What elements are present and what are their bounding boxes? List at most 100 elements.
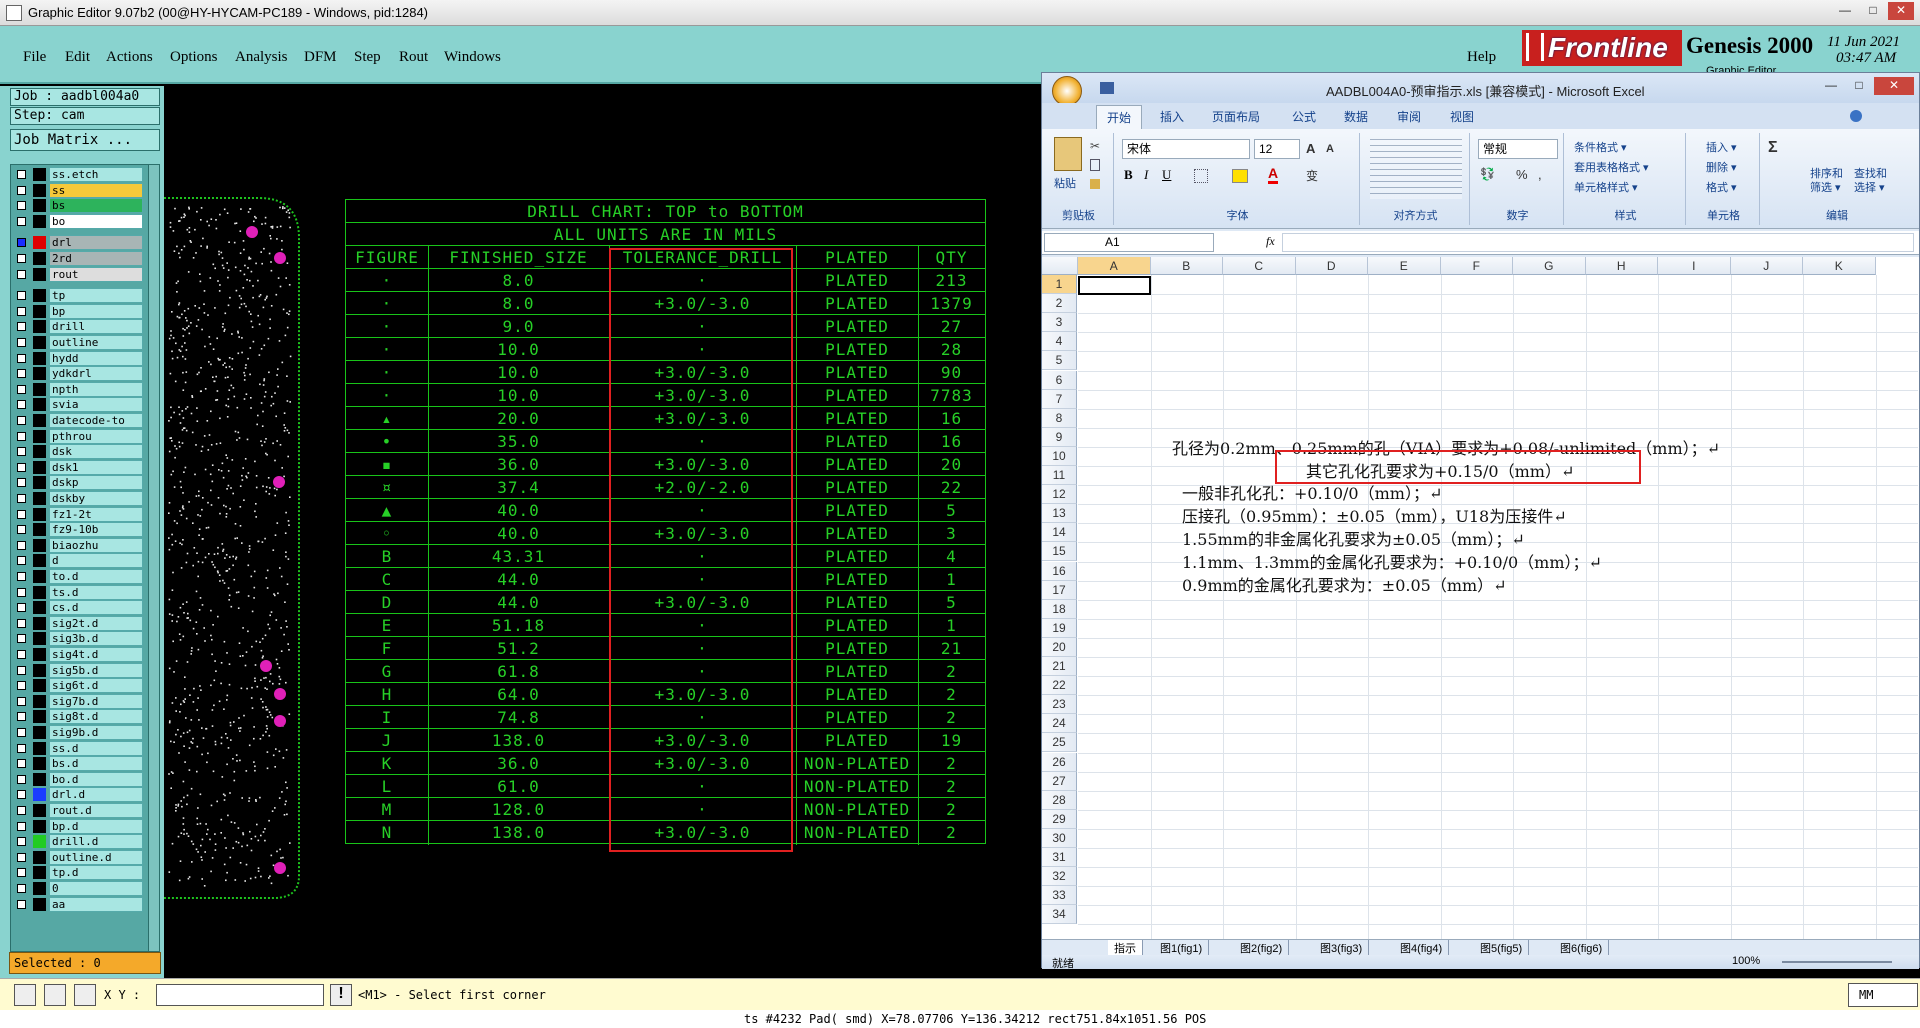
layer-name[interactable]: svia — [49, 397, 143, 413]
sheet-tab[interactable]: 图6(fig6) — [1554, 940, 1610, 955]
layer-color-swatch[interactable] — [33, 788, 46, 802]
layer-checkbox[interactable] — [17, 806, 26, 815]
layer-scrollbar[interactable] — [148, 164, 160, 952]
row-header[interactable]: 10 — [1042, 446, 1077, 466]
column-header[interactable]: H — [1585, 257, 1658, 275]
layer-checkbox[interactable] — [17, 540, 26, 550]
excel-maximize-button[interactable]: □ — [1846, 77, 1872, 95]
layer-name[interactable]: fz9-10b — [49, 522, 143, 538]
layer-row[interactable]: drill.d — [13, 834, 143, 850]
format-table-button[interactable]: 套用表格格式 ▾ — [1574, 159, 1649, 175]
layer-row[interactable]: sig3b.d — [13, 631, 143, 647]
save-icon[interactable] — [1100, 82, 1114, 94]
formula-input[interactable] — [1282, 233, 1914, 252]
layer-checkbox[interactable] — [17, 899, 26, 909]
layer-checkbox[interactable] — [17, 774, 26, 784]
layer-name[interactable]: tp — [49, 288, 143, 304]
layer-color-swatch[interactable] — [33, 554, 46, 568]
row-header[interactable]: 31 — [1042, 848, 1077, 867]
layer-name[interactable]: 2rd — [49, 251, 143, 266]
layer-checkbox[interactable] — [17, 322, 26, 332]
layer-checkbox[interactable] — [17, 572, 26, 581]
layer-color-swatch[interactable] — [33, 538, 46, 552]
phonetic-icon[interactable]: 变 — [1306, 167, 1318, 184]
underline-icon[interactable]: U — [1162, 167, 1171, 183]
tab-view[interactable]: 视图 — [1450, 108, 1474, 125]
layer-row[interactable]: datecode-to — [13, 413, 143, 428]
grow-font-icon[interactable]: A — [1306, 141, 1315, 156]
layer-checkbox[interactable] — [17, 201, 26, 211]
layer-name[interactable]: sig9b.d — [49, 725, 143, 740]
excel-minimize-button[interactable]: — — [1818, 77, 1844, 95]
layer-checkbox[interactable] — [17, 494, 26, 503]
layer-row[interactable]: bs — [13, 198, 143, 214]
row-header[interactable]: 20 — [1042, 637, 1077, 657]
layer-row[interactable]: ss.etch — [13, 167, 143, 182]
menu-help[interactable]: Help — [1467, 49, 1496, 66]
layer-name[interactable]: npth — [49, 381, 143, 397]
layer-checkbox[interactable] — [17, 369, 26, 379]
layer-name[interactable]: ydkdrl — [49, 366, 143, 382]
row-header[interactable]: 4 — [1042, 332, 1077, 352]
font-name-select[interactable]: 宋体 — [1122, 139, 1250, 159]
column-header[interactable]: E — [1368, 257, 1441, 275]
layer-row[interactable]: drill — [13, 319, 143, 335]
layer-color-swatch[interactable] — [33, 585, 46, 599]
layer-color-swatch[interactable] — [33, 168, 46, 181]
layer-row[interactable]: hydd — [13, 350, 143, 366]
row-header[interactable]: 8 — [1042, 408, 1077, 428]
layer-row[interactable]: sig9b.d — [13, 725, 143, 740]
layer-name[interactable]: dskp — [49, 475, 143, 491]
layer-name[interactable]: dsk1 — [49, 459, 143, 475]
row-header[interactable]: 11 — [1042, 466, 1077, 485]
row-header[interactable]: 32 — [1042, 867, 1077, 887]
paste-icon[interactable] — [1054, 137, 1082, 171]
layer-row[interactable]: sig2t.d — [13, 615, 143, 631]
column-header[interactable]: D — [1295, 257, 1368, 275]
tab-insert[interactable]: 插入 — [1160, 108, 1184, 125]
layer-row[interactable]: dskp — [13, 475, 143, 491]
menu-analysis[interactable]: Analysis — [235, 49, 288, 66]
zoom-slider[interactable] — [1782, 961, 1892, 963]
row-header[interactable]: 30 — [1042, 828, 1077, 848]
layer-checkbox[interactable] — [17, 665, 26, 675]
name-box[interactable]: A1 — [1044, 233, 1214, 252]
layer-checkbox[interactable] — [17, 185, 26, 195]
layer-color-swatch[interactable] — [33, 336, 46, 349]
layer-checkbox[interactable] — [17, 650, 26, 659]
sort-filter-button[interactable]: 排序和 筛选 ▾ — [1810, 167, 1843, 195]
layer-name[interactable]: pthrou — [49, 428, 143, 444]
layer-color-swatch[interactable] — [33, 351, 46, 365]
layer-row[interactable]: d — [13, 553, 143, 569]
layer-name[interactable]: bs — [49, 198, 143, 214]
layer-checkbox[interactable] — [17, 587, 26, 597]
layer-row[interactable]: bp — [13, 303, 143, 319]
row-header[interactable]: 13 — [1042, 504, 1077, 524]
layer-color-swatch[interactable] — [33, 183, 46, 197]
layer-color-swatch[interactable] — [33, 819, 46, 833]
layer-color-swatch[interactable] — [33, 710, 46, 724]
tab-page-layout[interactable]: 页面布局 — [1212, 108, 1260, 125]
layer-name[interactable]: aa — [49, 896, 143, 912]
tab-home[interactable]: 开始 — [1096, 105, 1143, 129]
layer-checkbox[interactable] — [17, 254, 26, 263]
zoom-level[interactable]: 100% — [1732, 955, 1760, 967]
layer-name[interactable]: bo.d — [49, 771, 143, 787]
sheet-tab[interactable]: 图4(fig4) — [1394, 940, 1450, 955]
grid-tool-icon[interactable] — [74, 984, 96, 1006]
layer-color-swatch[interactable] — [33, 414, 46, 427]
layer-row[interactable]: fz9-10b — [13, 522, 143, 538]
layer-name[interactable]: sig6t.d — [49, 678, 143, 694]
bold-icon[interactable]: B — [1124, 167, 1133, 183]
layer-color-swatch[interactable] — [33, 445, 46, 459]
row-header[interactable]: 26 — [1042, 752, 1077, 772]
layer-checkbox[interactable] — [17, 353, 26, 363]
row-header[interactable]: 14 — [1042, 523, 1077, 543]
layer-checkbox[interactable] — [17, 384, 26, 394]
menu-dfm[interactable]: DFM — [304, 49, 337, 66]
layer-color-swatch[interactable] — [33, 694, 46, 708]
layer-row[interactable]: outline.d — [13, 849, 143, 865]
layer-name[interactable]: bp — [49, 303, 143, 319]
layer-color-swatch[interactable] — [33, 382, 46, 396]
layer-row[interactable]: ts.d — [13, 584, 143, 600]
